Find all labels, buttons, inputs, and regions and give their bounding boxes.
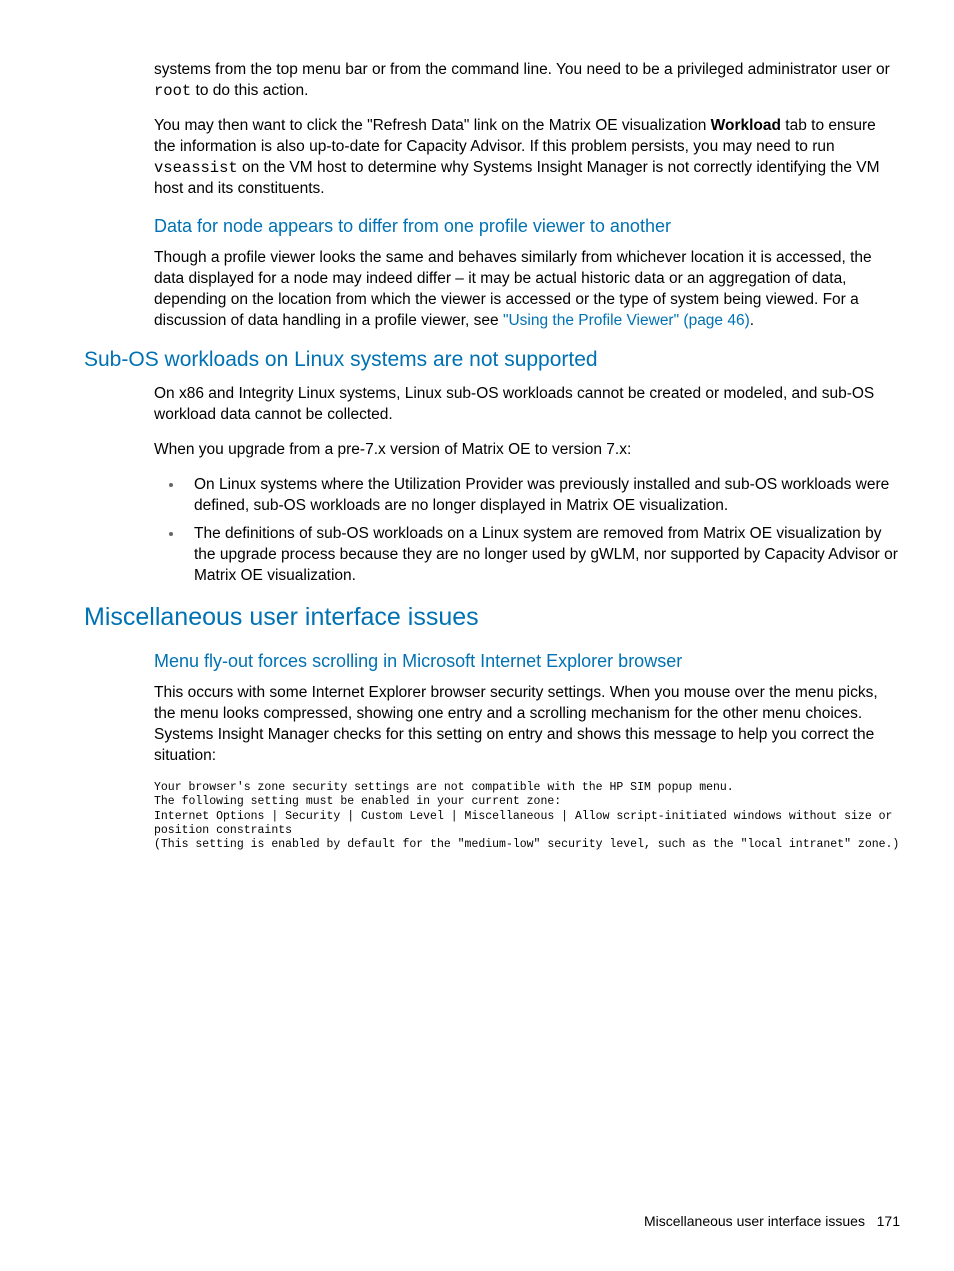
bold-workload: Workload	[711, 117, 781, 134]
list-upgrade-effects: On Linux systems where the Utilization P…	[184, 475, 900, 588]
footer-page-number: 171	[877, 1213, 900, 1229]
heading-sub-os-workloads: Sub-OS workloads on Linux systems are no…	[84, 346, 900, 374]
heading-data-node-differs: Data for node appears to differ from one…	[154, 214, 900, 238]
paragraph-x86-integrity: On x86 and Integrity Linux systems, Linu…	[154, 384, 900, 426]
paragraph-refresh-data: You may then want to click the "Refresh …	[154, 116, 900, 200]
paragraph-intro-continued: systems from the top menu bar or from th…	[154, 60, 900, 102]
link-using-profile-viewer[interactable]: "Using the Profile Viewer" (page 46)	[503, 312, 750, 329]
heading-menu-flyout: Menu fly-out forces scrolling in Microso…	[154, 649, 900, 673]
list-item: On Linux systems where the Utilization P…	[184, 475, 900, 517]
list-item: The definitions of sub-OS workloads on a…	[184, 524, 900, 587]
code-block-browser-settings: Your browser's zone security settings ar…	[154, 781, 900, 853]
code-vseassist: vseassist	[154, 159, 238, 177]
text: .	[750, 312, 754, 329]
text: to do this action.	[191, 82, 308, 99]
text: You may then want to click the "Refresh …	[154, 117, 711, 134]
heading-misc-ui-issues: Miscellaneous user interface issues	[84, 601, 900, 635]
paragraph-ie-browser: This occurs with some Internet Explorer …	[154, 683, 900, 767]
paragraph-profile-viewer: Though a profile viewer looks the same a…	[154, 248, 900, 332]
footer-section-title: Miscellaneous user interface issues	[644, 1213, 865, 1229]
page-footer: Miscellaneous user interface issues 171	[644, 1212, 900, 1231]
text: on the VM host to determine why Systems …	[154, 159, 880, 197]
code-root: root	[154, 82, 191, 100]
text: systems from the top menu bar or from th…	[154, 61, 890, 78]
paragraph-upgrade: When you upgrade from a pre-7.x version …	[154, 440, 900, 461]
